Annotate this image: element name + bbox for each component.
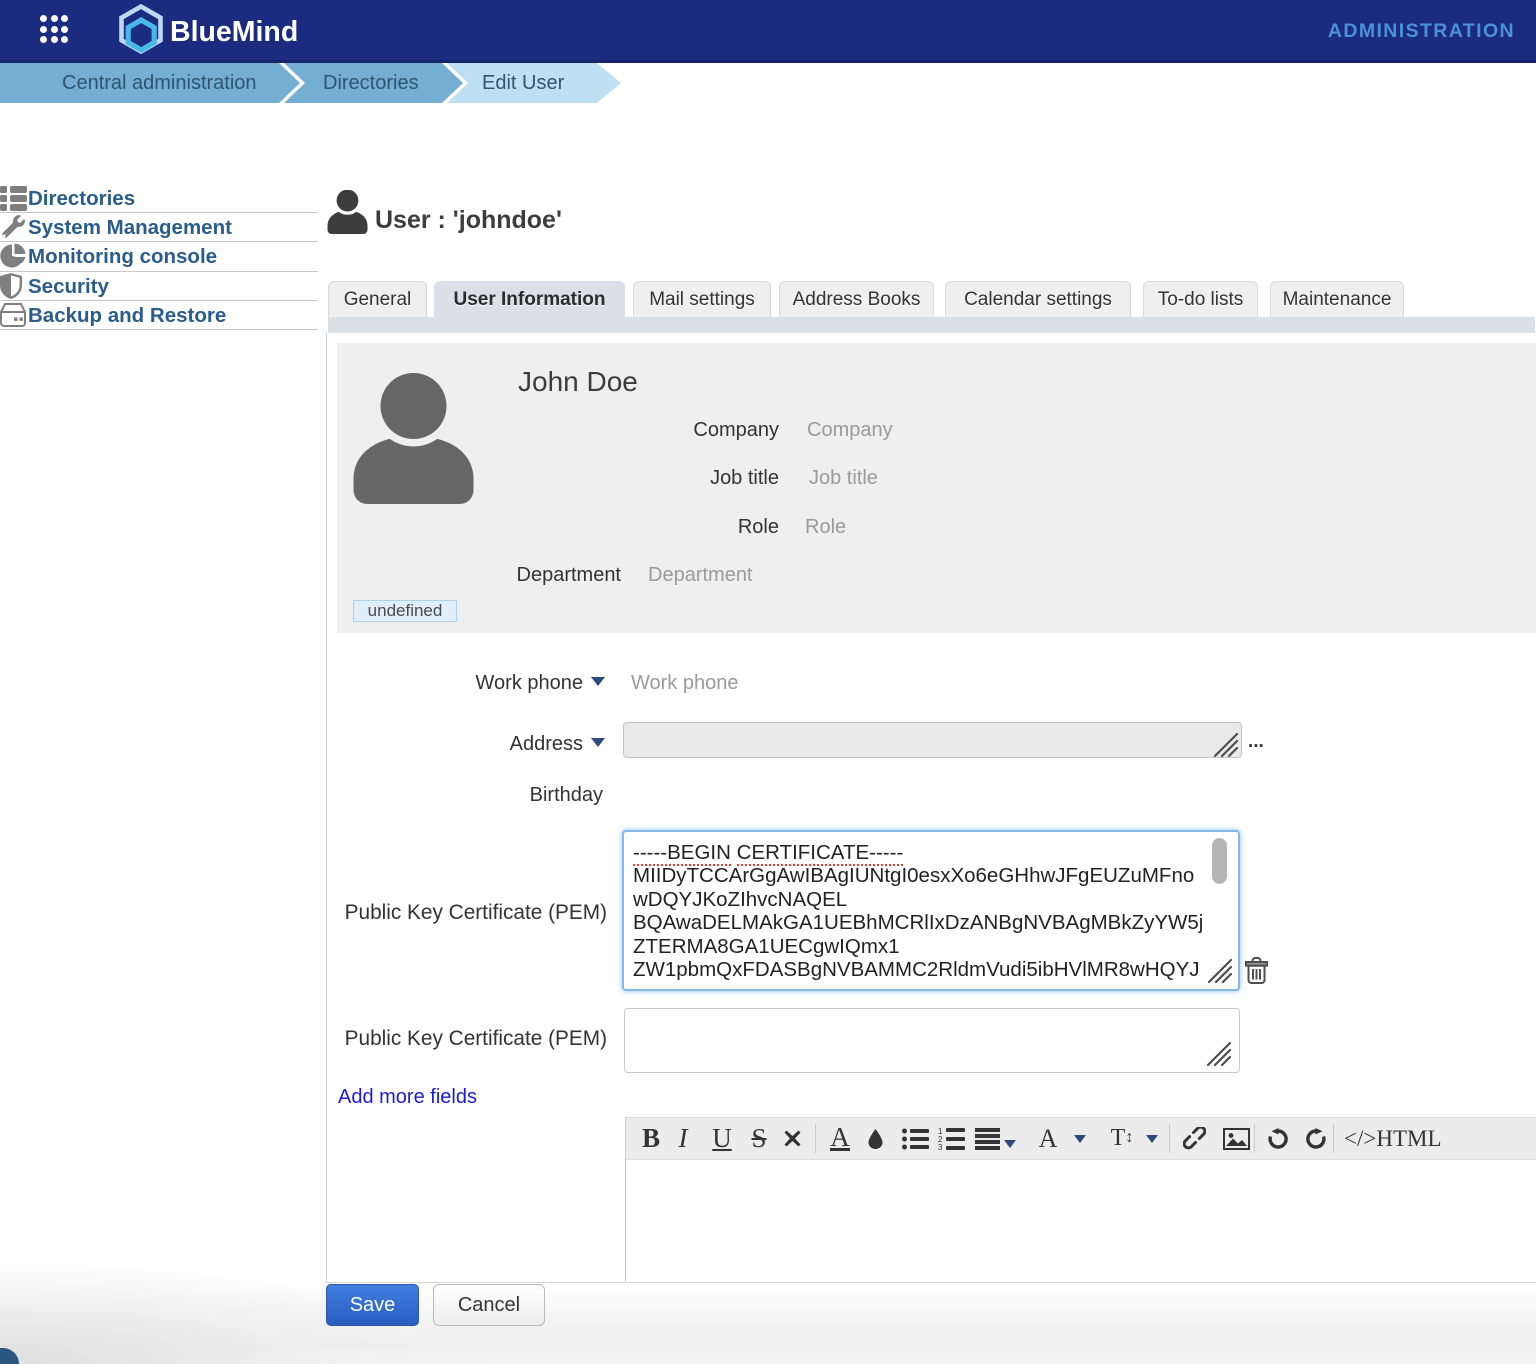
- svg-text:3: 3: [938, 1143, 943, 1151]
